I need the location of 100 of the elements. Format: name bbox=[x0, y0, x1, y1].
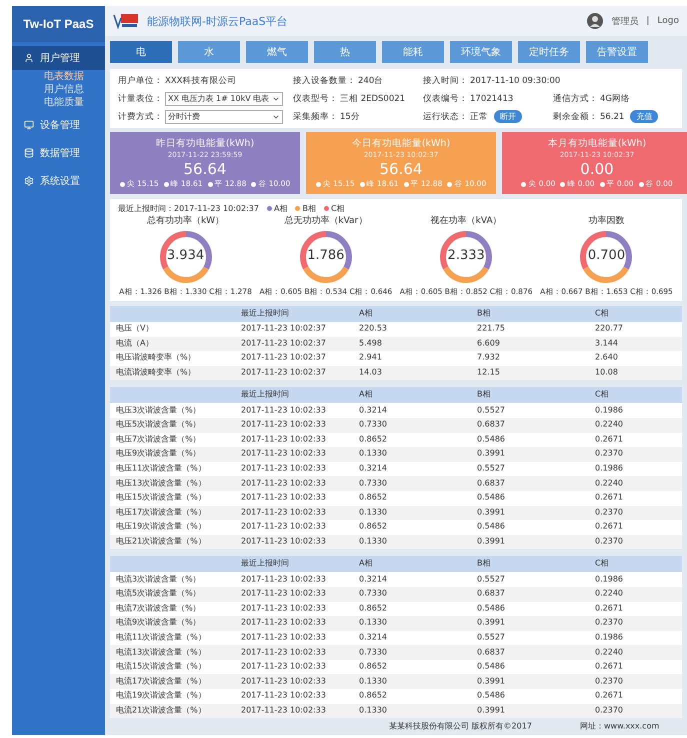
table-cell-text: 2017-11-23 10:02:33 bbox=[241, 537, 327, 547]
table-cell-text: 0.6837 bbox=[477, 478, 506, 488]
app-title: 能源物联网-时源云PaaS平台 bbox=[147, 14, 289, 28]
table-cell-text: 0.2240 bbox=[595, 589, 624, 599]
table-cell-text: 7.932 bbox=[477, 354, 501, 364]
logout-link[interactable]: Logo bbox=[657, 16, 679, 26]
table-cell-text: 0.1330 bbox=[359, 676, 388, 687]
tab[interactable]: 定时任务 bbox=[518, 41, 580, 63]
table-cell-text: 0.2240 bbox=[595, 420, 624, 430]
field-value: 56.21 bbox=[600, 112, 624, 122]
legend-dot bbox=[600, 182, 604, 186]
table-cell-text: 电流15次谐波含量（%） bbox=[116, 662, 207, 672]
table-cell-text: 0.3991 bbox=[477, 537, 506, 547]
gauge-value: 1.786 bbox=[306, 248, 346, 263]
legend-dot bbox=[316, 182, 321, 186]
table-cell-text: 电流13次谐波含量（%） bbox=[116, 648, 207, 658]
legend-dot bbox=[521, 182, 526, 186]
table-cell-text: 电流5次谐波含量（%） bbox=[116, 589, 202, 599]
donut-drawing bbox=[578, 229, 634, 285]
table-cell-text: 0.3991 bbox=[477, 706, 506, 716]
table-cell-text: 电流9次谐波含量（%） bbox=[116, 618, 202, 628]
table-cell-text: 0.3991 bbox=[477, 450, 506, 460]
table-cell-text: 电压7次谐波含量（%） bbox=[116, 435, 202, 445]
field-label: 运行状态： bbox=[423, 110, 468, 122]
table-cell-text: 0.7330 bbox=[359, 420, 388, 430]
tab[interactable]: 热 bbox=[314, 41, 376, 63]
table-cell-text: 电流11次谐波含量（%） bbox=[116, 633, 207, 643]
user-icon bbox=[24, 53, 34, 63]
column-header: C相 bbox=[595, 309, 610, 319]
sidebar-item[interactable]: 系统设置 bbox=[12, 169, 105, 193]
tab[interactable]: 能耗 bbox=[382, 41, 444, 63]
table-cell-text: 0.2671 bbox=[595, 692, 624, 702]
field-value: 240台 bbox=[358, 74, 384, 86]
table-cell-text: 2017-11-23 10:02:37 bbox=[241, 339, 327, 349]
table-cell-text: 电压15次谐波含量（%） bbox=[116, 493, 207, 504]
table-cell-text: 2017-11-23 10:02:37 bbox=[241, 324, 327, 334]
field-value: 正常 bbox=[470, 110, 488, 122]
table-cell-text: 电压17次谐波含量（%） bbox=[116, 508, 207, 518]
table-cell-text: 10.08 bbox=[595, 368, 619, 378]
table-cell-text: 电流3次谐波含量（%） bbox=[116, 574, 202, 584]
table-cell-text: 0.6837 bbox=[477, 648, 506, 658]
field-value: 4G网络 bbox=[600, 92, 630, 104]
tab[interactable]: 水 bbox=[178, 41, 240, 63]
sidebar-subitem[interactable]: 电能质量 bbox=[12, 96, 105, 109]
table-cell-text: 电压9次谐波含量（%） bbox=[116, 450, 202, 460]
table-cell-text: 2017-11-23 10:02:33 bbox=[241, 435, 327, 445]
action-button[interactable]: 充值 bbox=[630, 110, 658, 123]
table-cell-text: 2017-11-23 10:02:33 bbox=[241, 692, 327, 702]
select-field[interactable]: XX 电压力表 1# 10kV 电表 bbox=[165, 92, 283, 106]
table-cell-text: 0.3214 bbox=[359, 406, 388, 416]
table-cell-text: 0.1330 bbox=[359, 450, 388, 460]
sidebar-subitem[interactable]: 用户信息 bbox=[12, 83, 105, 96]
table-cell-text: 0.1986 bbox=[595, 574, 624, 584]
table-cell-text: 14.03 bbox=[359, 368, 383, 378]
column-header: B相 bbox=[477, 309, 492, 319]
tab[interactable]: 电 bbox=[110, 41, 172, 63]
table-cell-text: 3.144 bbox=[595, 339, 619, 349]
table-cell-text: 2017-11-23 10:02:33 bbox=[241, 493, 327, 504]
table-cell-text: 0.2370 bbox=[595, 508, 624, 518]
column-header: 最近上报时间 bbox=[241, 560, 290, 570]
table-cell-text: 电压19次谐波含量（%） bbox=[116, 522, 207, 532]
action-button[interactable]: 断开 bbox=[494, 110, 522, 123]
table-cell-text: 0.2240 bbox=[595, 478, 624, 488]
table-cell-text: 0.2240 bbox=[595, 648, 624, 658]
table-cell-text: 0.5527 bbox=[477, 574, 506, 584]
table-cell-text: 0.5486 bbox=[477, 662, 506, 672]
sidebar-item[interactable]: 数据管理 bbox=[12, 141, 105, 165]
user-name[interactable]: 管理员 bbox=[611, 14, 638, 28]
legend-dot bbox=[638, 182, 644, 186]
tab[interactable]: 环境气象 bbox=[450, 41, 512, 63]
table-cell-text: 0.8652 bbox=[359, 692, 388, 702]
table-cell-text: 0.8652 bbox=[359, 604, 388, 614]
table-cell-text: 电流7次谐波含量（%） bbox=[116, 604, 202, 614]
legend-dot bbox=[120, 182, 125, 186]
legend-dot bbox=[208, 182, 212, 186]
table-cell-text: 2017-11-23 10:02:33 bbox=[241, 676, 327, 687]
tab[interactable]: 燃气 bbox=[246, 41, 308, 63]
sidebar-item[interactable]: 用户管理 bbox=[12, 46, 105, 70]
legend-dot bbox=[447, 182, 452, 186]
table-cell-text: 2017-11-23 10:02:33 bbox=[241, 633, 327, 643]
table-cell-text: 0.6837 bbox=[477, 589, 506, 599]
table-cell-text: 电压11次谐波含量（%） bbox=[116, 464, 207, 474]
table-cell-text: 电压13次谐波含量（%） bbox=[116, 478, 207, 488]
table-cell-text: 0.7330 bbox=[359, 648, 388, 658]
gauge-title: 总无功功率（kVar） bbox=[284, 214, 368, 227]
select-field[interactable]: 分时计费 bbox=[165, 110, 283, 124]
sidebar-subitem[interactable]: 电表数据 bbox=[12, 70, 105, 83]
table-cell-text: 5.498 bbox=[359, 339, 383, 349]
field-label: 接入设备数量： bbox=[293, 74, 356, 86]
avatar-icon[interactable] bbox=[587, 13, 604, 29]
column-header: B相 bbox=[477, 390, 492, 400]
tab[interactable]: 告警设置 bbox=[586, 41, 648, 63]
table-cell-text: 0.2671 bbox=[595, 435, 624, 445]
field-label: 计费方式： bbox=[118, 110, 163, 122]
column-header: B相 bbox=[477, 560, 492, 570]
card-value: 56.64 bbox=[380, 160, 422, 178]
sidebar-item[interactable]: 设备管理 bbox=[12, 113, 105, 137]
table-cell-text: 0.8652 bbox=[359, 662, 388, 672]
field-value: XXX科技有限公司 bbox=[165, 74, 236, 86]
table-cell-text: 0.7330 bbox=[359, 478, 388, 488]
